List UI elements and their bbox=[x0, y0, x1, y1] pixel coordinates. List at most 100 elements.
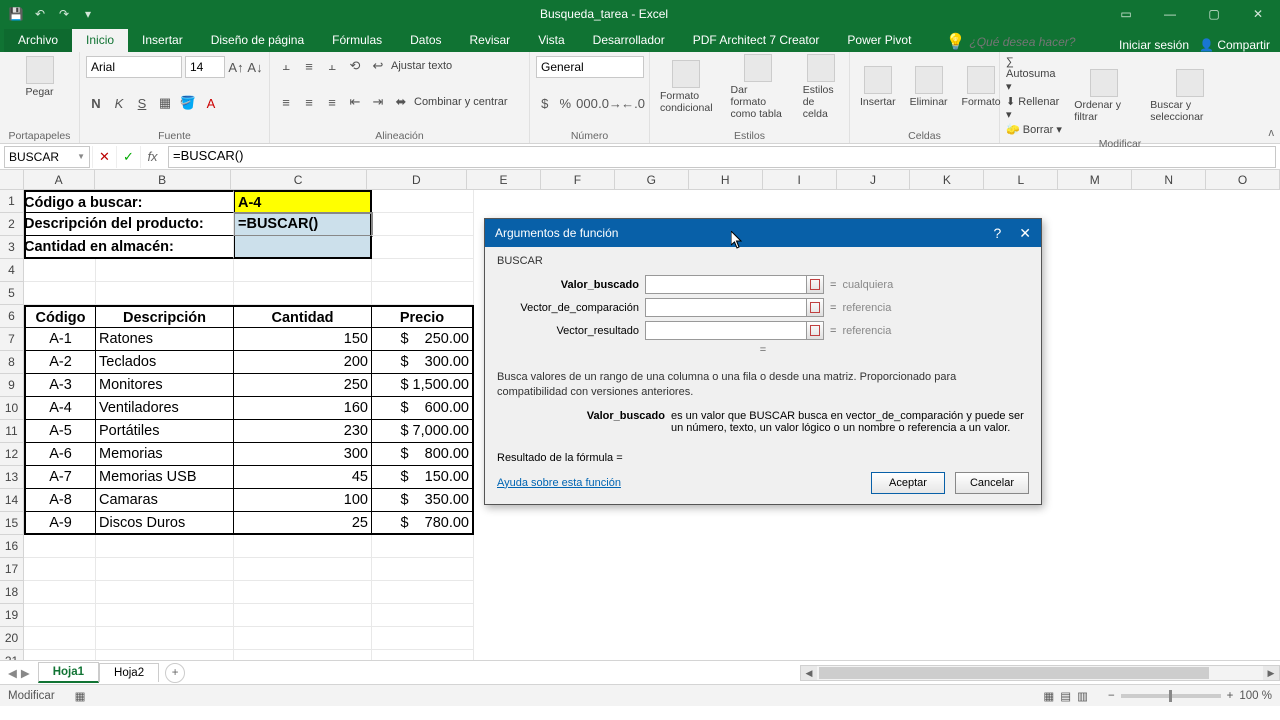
share-button[interactable]: 👤 Compartir bbox=[1199, 38, 1270, 52]
arg-input-vector-comp[interactable] bbox=[645, 298, 807, 317]
merge-icon[interactable]: ⬌ bbox=[391, 92, 411, 112]
cell-C12[interactable]: 300 bbox=[234, 443, 372, 466]
tell-me-input[interactable] bbox=[969, 35, 1109, 49]
add-sheet-button[interactable]: + bbox=[165, 663, 185, 683]
dialog-titlebar[interactable]: Argumentos de función ? ✕ bbox=[485, 219, 1041, 247]
cell-styles-button[interactable]: Estilos de celda bbox=[799, 54, 843, 120]
comma-icon[interactable]: 000 bbox=[577, 93, 597, 113]
tab-pdf[interactable]: PDF Architect 7 Creator bbox=[679, 29, 834, 52]
cell-D10[interactable]: $ 600.00 bbox=[372, 397, 474, 420]
sheet-tab-hoja1[interactable]: Hoja1 bbox=[38, 662, 99, 683]
scroll-right-icon[interactable]: ▶ bbox=[1263, 666, 1279, 680]
horizontal-scrollbar[interactable]: ◀ ▶ bbox=[800, 665, 1280, 681]
sheet-nav-next-icon[interactable]: ▶ bbox=[21, 666, 30, 680]
italic-button[interactable]: K bbox=[109, 93, 129, 113]
zoom-level[interactable]: 100 % bbox=[1239, 690, 1272, 702]
fx-icon[interactable]: fx bbox=[140, 146, 164, 168]
clear-button[interactable]: 🧽 Borrar ▾ bbox=[1006, 123, 1062, 136]
dec-decimal-icon[interactable]: ←.0 bbox=[623, 93, 643, 113]
cell-D11[interactable]: $ 7,000.00 bbox=[372, 420, 474, 443]
tab-revisar[interactable]: Revisar bbox=[456, 29, 525, 52]
cell-B12[interactable]: Memorias bbox=[96, 443, 234, 466]
orientation-icon[interactable]: ⟲ bbox=[345, 56, 365, 76]
font-size-input[interactable] bbox=[185, 56, 225, 78]
font-color-icon[interactable]: A bbox=[201, 93, 221, 113]
cell-D13[interactable]: $ 150.00 bbox=[372, 466, 474, 489]
dialog-close-icon[interactable]: ✕ bbox=[1019, 225, 1031, 242]
signin-link[interactable]: Iniciar sesión bbox=[1119, 38, 1189, 52]
minimize-icon[interactable]: — bbox=[1148, 0, 1192, 28]
increase-font-icon[interactable]: A↑ bbox=[228, 57, 244, 77]
cell-C8[interactable]: 200 bbox=[234, 351, 372, 374]
cell-B10[interactable]: Ventiladores bbox=[96, 397, 234, 420]
col-A[interactable]: A bbox=[24, 170, 95, 189]
close-icon[interactable]: ✕ bbox=[1236, 0, 1280, 28]
cell-C3[interactable] bbox=[234, 236, 372, 259]
tab-datos[interactable]: Datos bbox=[396, 29, 455, 52]
cell-C13[interactable]: 45 bbox=[234, 466, 372, 489]
cell-C14[interactable]: 100 bbox=[234, 489, 372, 512]
cell-D15[interactable]: $ 780.00 bbox=[372, 512, 474, 535]
col-F[interactable]: F bbox=[541, 170, 615, 189]
zoom-slider[interactable] bbox=[1121, 694, 1221, 698]
cell-B14[interactable]: Camaras bbox=[96, 489, 234, 512]
number-format-select[interactable] bbox=[536, 56, 644, 78]
align-left-icon[interactable]: ≡ bbox=[276, 92, 296, 112]
qat-customize-icon[interactable]: ▾ bbox=[80, 6, 96, 22]
tab-formulas[interactable]: Fórmulas bbox=[318, 29, 396, 52]
cell-A10[interactable]: A-4 bbox=[24, 397, 96, 420]
indent-inc-icon[interactable]: ⇥ bbox=[368, 92, 388, 112]
cell-A15[interactable]: A-9 bbox=[24, 512, 96, 535]
indent-dec-icon[interactable]: ⇤ bbox=[345, 92, 365, 112]
range-select-icon[interactable] bbox=[806, 275, 824, 294]
cell-B13[interactable]: Memorias USB bbox=[96, 466, 234, 489]
paste-button[interactable]: Pegar bbox=[6, 56, 73, 98]
cell-C10[interactable]: 160 bbox=[234, 397, 372, 420]
cell-B8[interactable]: Teclados bbox=[96, 351, 234, 374]
tab-desarrollador[interactable]: Desarrollador bbox=[579, 29, 679, 52]
cell-A12[interactable]: A-6 bbox=[24, 443, 96, 466]
dialog-help-icon[interactable]: ? bbox=[993, 225, 1001, 242]
cell-D8[interactable]: $ 300.00 bbox=[372, 351, 474, 374]
name-box[interactable]: BUSCAR▼ bbox=[4, 146, 90, 168]
view-pagebreak-icon[interactable]: ▥ bbox=[1077, 689, 1088, 703]
chevron-down-icon[interactable]: ▼ bbox=[77, 152, 85, 161]
cell-A9[interactable]: A-3 bbox=[24, 374, 96, 397]
align-right-icon[interactable]: ≡ bbox=[322, 92, 342, 112]
range-select-icon[interactable] bbox=[806, 321, 824, 340]
cell-C2[interactable]: =BUSCAR() bbox=[234, 213, 372, 236]
cell-D14[interactable]: $ 350.00 bbox=[372, 489, 474, 512]
col-C[interactable]: C bbox=[231, 170, 367, 189]
col-D[interactable]: D bbox=[367, 170, 468, 189]
view-normal-icon[interactable]: ▦ bbox=[1043, 689, 1054, 703]
col-O[interactable]: O bbox=[1206, 170, 1280, 189]
format-button[interactable]: Formato bbox=[958, 66, 1005, 108]
cell-C11[interactable]: 230 bbox=[234, 420, 372, 443]
delete-button[interactable]: Eliminar bbox=[906, 66, 952, 108]
cell-D9[interactable]: $ 1,500.00 bbox=[372, 374, 474, 397]
fill-button[interactable]: ⬇ Rellenar ▾ bbox=[1006, 95, 1062, 121]
cell-A11[interactable]: A-5 bbox=[24, 420, 96, 443]
tab-insertar[interactable]: Insertar bbox=[128, 29, 197, 52]
table-format-button[interactable]: Dar formato como tabla bbox=[727, 54, 789, 120]
bold-button[interactable]: N bbox=[86, 93, 106, 113]
insert-button[interactable]: Insertar bbox=[856, 66, 900, 108]
scroll-left-icon[interactable]: ◀ bbox=[801, 666, 817, 680]
view-layout-icon[interactable]: ▤ bbox=[1060, 689, 1071, 703]
autosum-button[interactable]: ∑ Autosuma ▾ bbox=[1006, 56, 1062, 93]
inc-decimal-icon[interactable]: .0→ bbox=[600, 93, 620, 113]
cancel-formula-icon[interactable]: ✕ bbox=[92, 146, 116, 168]
tab-vista[interactable]: Vista bbox=[524, 29, 578, 52]
underline-button[interactable]: S bbox=[132, 93, 152, 113]
col-I[interactable]: I bbox=[763, 170, 837, 189]
cell-A7[interactable]: A-1 bbox=[24, 328, 96, 351]
scroll-thumb[interactable] bbox=[819, 667, 1209, 679]
tab-diseno[interactable]: Diseño de página bbox=[197, 29, 318, 52]
sheet-nav-prev-icon[interactable]: ◀ bbox=[8, 666, 17, 680]
cell-D12[interactable]: $ 800.00 bbox=[372, 443, 474, 466]
cell-B9[interactable]: Monitores bbox=[96, 374, 234, 397]
maximize-icon[interactable]: ▢ bbox=[1192, 0, 1236, 28]
cell-B1[interactable]: Código a buscar: bbox=[96, 190, 234, 213]
col-M[interactable]: M bbox=[1058, 170, 1132, 189]
arg-input-vector-res[interactable] bbox=[645, 321, 807, 340]
